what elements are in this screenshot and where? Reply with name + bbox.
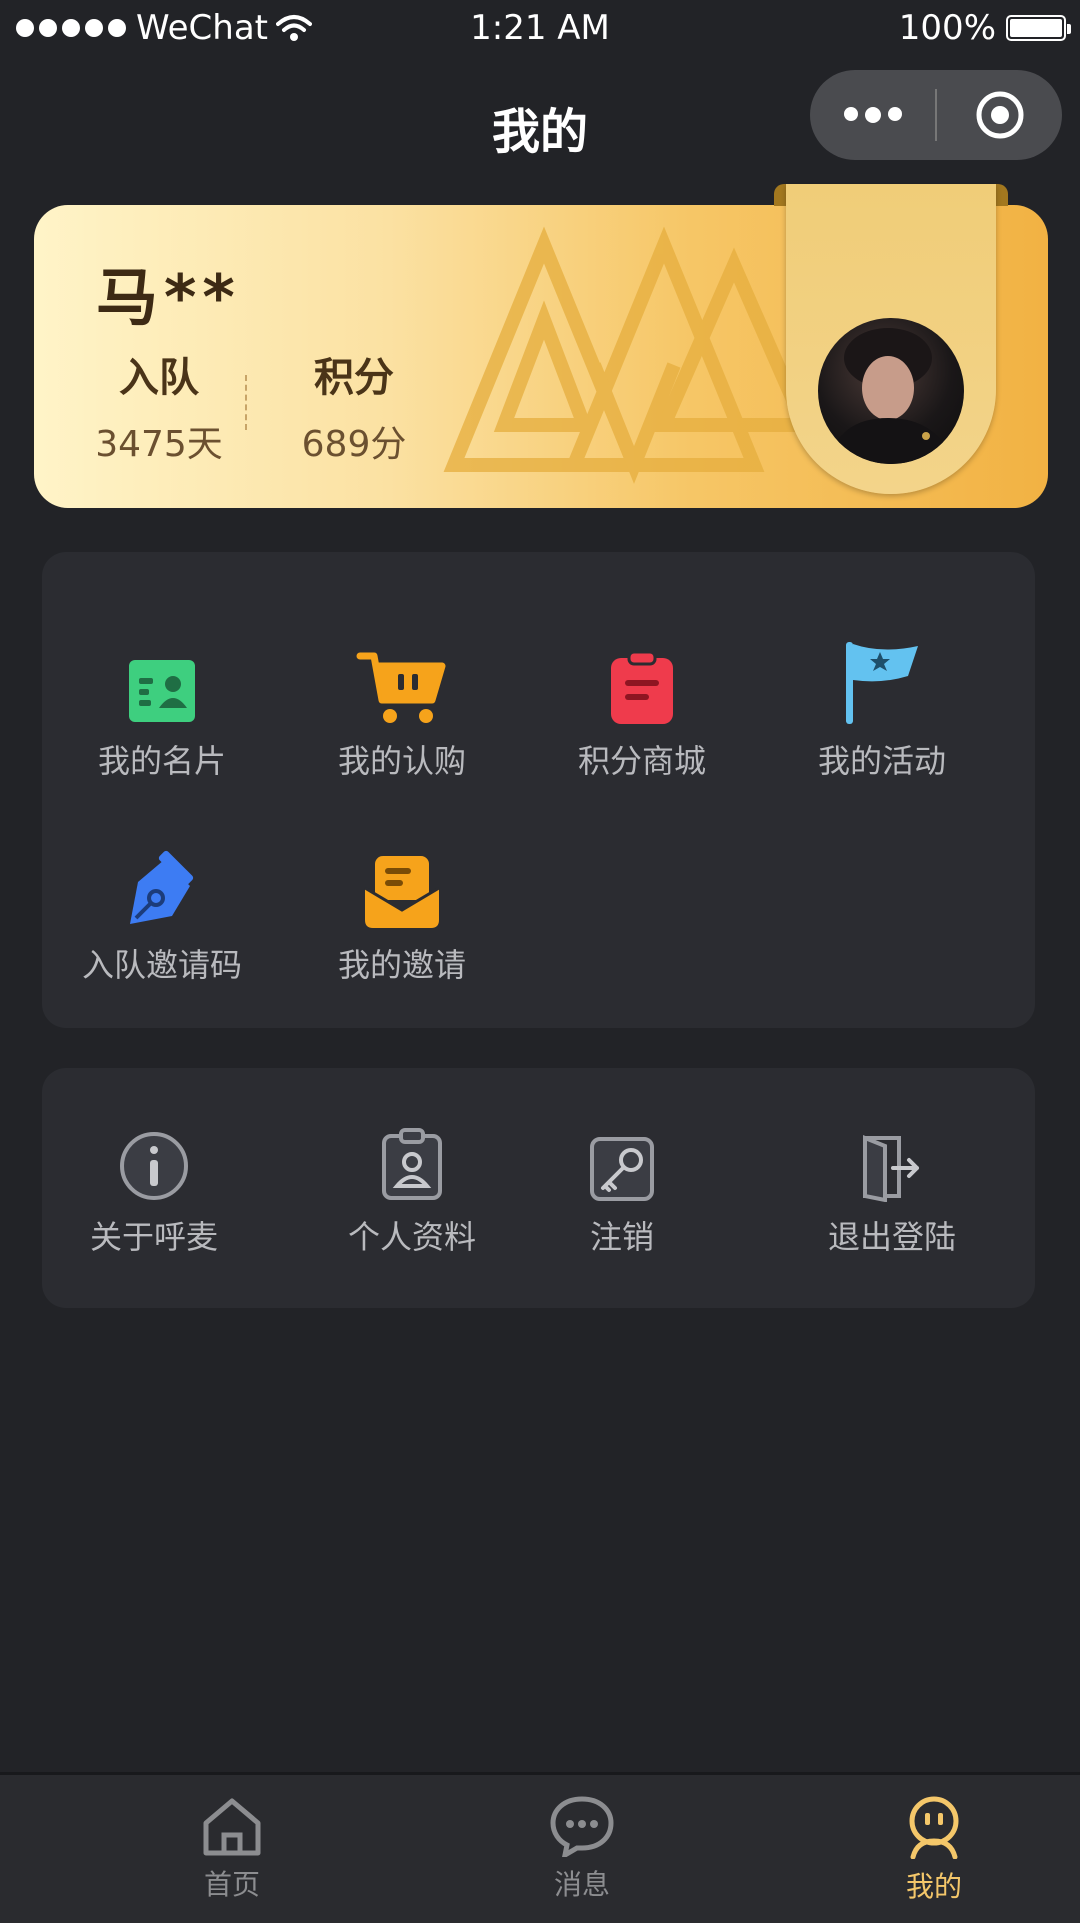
settings-item-label: 退出登陆 <box>827 1218 956 1256</box>
status-bar: WeChat 1:21 AM 100% <box>0 0 1080 60</box>
settings-item-logout[interactable]: 退出登陆 <box>762 1130 1022 1258</box>
stat-divider <box>245 375 247 430</box>
close-miniprogram-button[interactable] <box>937 90 1062 140</box>
battery-percent: 100% <box>898 8 996 48</box>
id-badge-icon <box>382 1128 442 1200</box>
menu-item-points-mall[interactable]: 积分商城 <box>522 636 762 782</box>
tab-mine[interactable]: 我的 <box>834 1795 1034 1905</box>
menu-item-label: 我的名片 <box>97 742 226 780</box>
menu-item-invite-code[interactable]: 入队邀请码 <box>42 840 282 986</box>
settings-item-deactivate[interactable]: 注销 <box>517 1130 727 1258</box>
flag-icon <box>846 642 918 724</box>
pen-nib-icon <box>130 850 194 924</box>
tab-label: 首页 <box>203 1868 260 1901</box>
avatar[interactable] <box>818 318 964 464</box>
logout-door-icon <box>863 1135 919 1202</box>
menu-item-label: 我的认购 <box>337 742 466 780</box>
menu-item-label: 我的活动 <box>817 742 946 780</box>
settings-panel: 关于呼麦 个人资料 注销 退出登陆 <box>42 1068 1035 1308</box>
tab-home[interactable]: 首页 <box>132 1795 332 1903</box>
tab-label: 消息 <box>553 1868 610 1901</box>
settings-item-label: 个人资料 <box>347 1218 476 1256</box>
miniprogram-capsule <box>810 70 1062 160</box>
menu-item-label: 积分商城 <box>577 742 706 780</box>
settings-item-profile[interactable]: 个人资料 <box>282 1128 542 1258</box>
menu-item-business-card[interactable]: 我的名片 <box>42 636 282 782</box>
home-icon <box>203 1798 261 1856</box>
tab-label: 我的 <box>905 1870 962 1903</box>
settings-item-about[interactable]: 关于呼麦 <box>24 1130 284 1258</box>
settings-item-label: 关于呼麦 <box>89 1218 218 1256</box>
feature-menu-panel: 我的名片 我的认购 积分商城 我的活动 入队邀请码 我的邀请 <box>42 552 1035 1028</box>
key-icon <box>590 1137 654 1201</box>
status-right: 100% <box>898 8 1071 48</box>
join-days-value: 3475天 <box>95 424 223 465</box>
user-name: 马** <box>96 261 241 334</box>
points-value: 689分 <box>301 424 407 465</box>
bottom-tab-bar: 首页 消息 我的 <box>0 1772 1080 1923</box>
join-days-stat: 入队 3475天 <box>84 345 234 467</box>
menu-item-my-invitations[interactable]: 我的邀请 <box>282 840 522 986</box>
menu-item-label: 我的邀请 <box>337 946 466 984</box>
envelope-icon <box>364 856 440 928</box>
menu-item-label: 入队邀请码 <box>81 946 242 984</box>
user-face-icon <box>909 1796 959 1860</box>
shopping-cart-icon <box>356 652 446 723</box>
target-close-icon <box>976 91 1023 139</box>
settings-item-label: 注销 <box>589 1218 654 1256</box>
business-card-icon <box>129 660 195 722</box>
points-stat[interactable]: 积分 689分 <box>284 345 424 467</box>
points-label: 积分 <box>314 355 394 401</box>
tab-messages[interactable]: 消息 <box>482 1795 682 1903</box>
menu-item-activities[interactable]: 我的活动 <box>762 636 1002 782</box>
avatar-photo <box>828 328 954 464</box>
clipboard-icon <box>611 650 673 724</box>
join-days-label: 入队 <box>119 355 199 401</box>
chat-bubble-icon <box>550 1796 614 1860</box>
more-options-icon[interactable] <box>810 107 935 123</box>
battery-icon <box>1006 15 1071 41</box>
info-icon <box>120 1132 188 1200</box>
menu-item-subscription[interactable]: 我的认购 <box>282 636 522 782</box>
